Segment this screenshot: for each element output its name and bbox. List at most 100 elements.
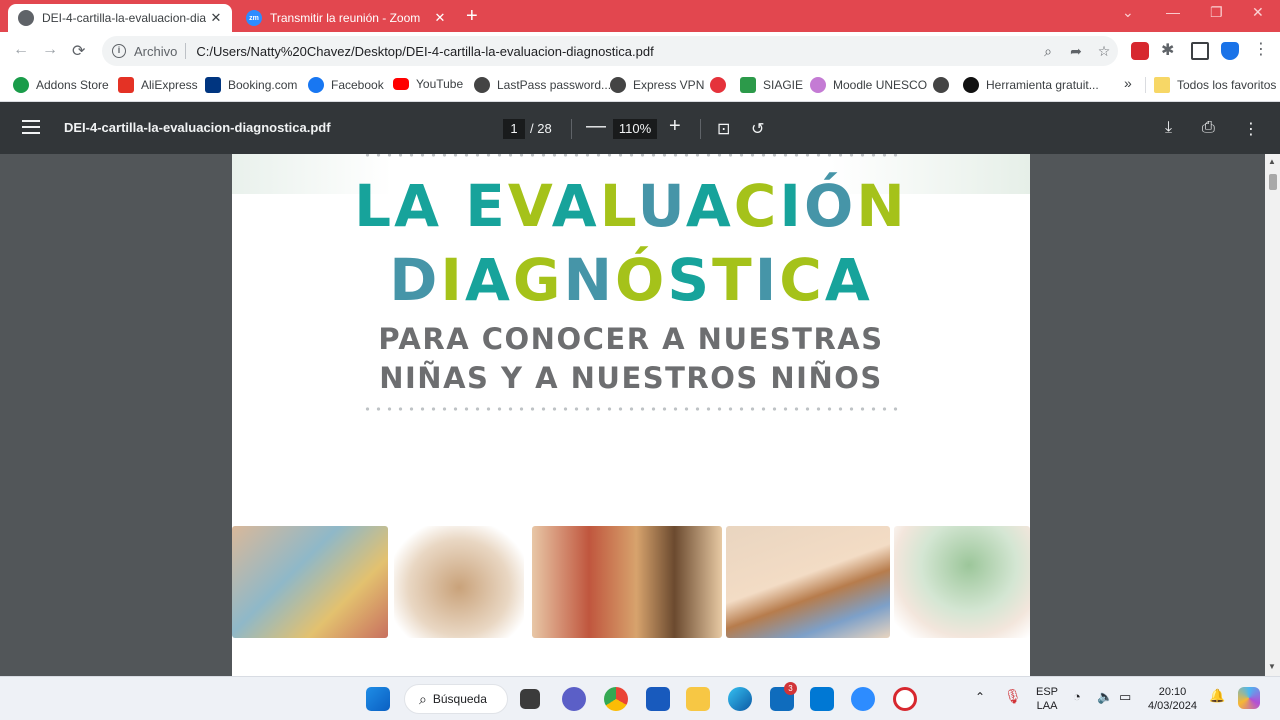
chrome-icon[interactable] bbox=[604, 687, 628, 711]
info-icon[interactable]: i bbox=[112, 44, 126, 58]
bookmark-facebook[interactable]: Facebook bbox=[308, 77, 384, 93]
bookmark-youtube[interactable]: YouTube bbox=[393, 77, 463, 91]
share-icon[interactable]: ➦ bbox=[1062, 43, 1090, 60]
bookmark-siagie[interactable]: SIAGIE bbox=[740, 77, 803, 93]
all-bookmarks[interactable]: Todos los favoritos bbox=[1145, 77, 1276, 93]
scroll-down-icon[interactable]: ▼ bbox=[1268, 662, 1276, 671]
title-letter: A bbox=[824, 246, 873, 314]
bookmark-lastpass[interactable]: LastPass password... bbox=[474, 77, 611, 93]
close-tab-icon[interactable]: ✕ bbox=[430, 10, 450, 26]
side-panel-icon[interactable] bbox=[1191, 42, 1209, 60]
bookmarks-overflow-button[interactable]: » bbox=[1124, 75, 1132, 91]
bookmark-label: YouTube bbox=[416, 77, 464, 91]
page-total: / 28 bbox=[530, 121, 552, 136]
app-red-circle-icon[interactable] bbox=[893, 687, 917, 711]
divider bbox=[571, 119, 572, 139]
dotted-divider bbox=[362, 154, 902, 158]
divider bbox=[185, 43, 187, 59]
microphone-icon[interactable]: 🎙 bbox=[1004, 689, 1022, 703]
vertical-scrollbar[interactable]: ▲ ▼ bbox=[1265, 154, 1280, 676]
copilot-icon[interactable] bbox=[1238, 687, 1260, 709]
aliexpress-icon bbox=[118, 77, 134, 93]
title-letter: N bbox=[856, 172, 908, 240]
subtitle-line-1: PARA CONOCER A NUESTRAS bbox=[378, 322, 884, 356]
search-label: Búsqueda bbox=[432, 692, 487, 706]
title-letter: I bbox=[779, 172, 804, 240]
file-explorer-icon[interactable] bbox=[686, 687, 710, 711]
tab-pdf-document[interactable]: DEI-4-cartilla-la-evaluacion-diag ✕ bbox=[8, 4, 232, 32]
bookmark-express-vpn[interactable]: Express VPN bbox=[610, 77, 704, 93]
tab-search-icon[interactable]: ⌄ bbox=[1122, 4, 1134, 21]
bookmark-star-icon[interactable]: ☆ bbox=[1090, 43, 1118, 60]
wifi-icon[interactable]: ◔ bbox=[1073, 690, 1081, 704]
mail-badge: 3 bbox=[784, 682, 797, 695]
bookmark-moodle[interactable]: Moodle UNESCO bbox=[810, 77, 927, 93]
shield-extension-icon[interactable] bbox=[1131, 42, 1149, 60]
notification-bell-icon[interactable]: 🔔 bbox=[1209, 689, 1225, 703]
scroll-up-icon[interactable]: ▲ bbox=[1268, 157, 1276, 166]
volume-icon[interactable]: 🔈 bbox=[1097, 690, 1113, 704]
clock[interactable]: 20:10 4/03/2024 bbox=[1148, 685, 1197, 713]
tab-title: Transmitir la reunión - Zoom bbox=[270, 11, 421, 25]
bookmark-addons-store[interactable]: Addons Store bbox=[13, 77, 109, 93]
security-shield-icon[interactable] bbox=[1221, 42, 1239, 60]
tab-title: DEI-4-cartilla-la-evaluacion-diag bbox=[42, 11, 206, 25]
zoom-out-button[interactable]: — bbox=[586, 115, 606, 138]
word-icon[interactable] bbox=[646, 687, 670, 711]
forward-icon[interactable]: → bbox=[42, 41, 58, 59]
language-indicator[interactable]: ESP LAA bbox=[1036, 685, 1058, 713]
extensions-puzzle-icon[interactable]: ✱ bbox=[1161, 40, 1179, 59]
bookmark-booking[interactable]: Booking.com bbox=[205, 77, 297, 93]
task-view-icon[interactable] bbox=[520, 689, 540, 709]
menu-dots-icon[interactable]: ⋮ bbox=[1253, 39, 1271, 58]
zoom-lens-icon[interactable]: ⌕ bbox=[1034, 43, 1062, 60]
bookmark-herramienta[interactable]: Herramienta gratuit... bbox=[963, 77, 1099, 93]
zoom-level-input[interactable]: 110% bbox=[613, 119, 657, 139]
bookmark-label: Moodle UNESCO bbox=[833, 78, 928, 92]
show-hidden-icons[interactable]: ⌃ bbox=[975, 690, 985, 704]
fit-page-icon[interactable]: ⊡ bbox=[717, 119, 730, 139]
edge-icon[interactable] bbox=[728, 687, 752, 711]
bookmarks-bar: Addons Store AliExpress Booking.com Face… bbox=[0, 70, 1280, 102]
title-letter: C bbox=[779, 246, 825, 314]
vscode-icon[interactable] bbox=[810, 687, 834, 711]
bookmark-aliexpress[interactable]: AliExpress bbox=[118, 77, 198, 93]
taskbar-search[interactable]: ⌕ Búsqueda bbox=[404, 684, 508, 714]
windows-start-icon[interactable] bbox=[366, 687, 390, 711]
tab-zoom[interactable]: zm Transmitir la reunión - Zoom ✕ bbox=[236, 4, 456, 32]
folder-icon bbox=[1154, 77, 1170, 93]
title-letter: Ó bbox=[803, 172, 857, 240]
reload-icon[interactable]: ⟳ bbox=[72, 41, 85, 61]
maximize-button[interactable]: ❐ bbox=[1210, 4, 1223, 21]
teams-chat-icon[interactable] bbox=[562, 687, 586, 711]
scroll-thumb[interactable] bbox=[1269, 174, 1277, 190]
rotate-icon[interactable]: ↺ bbox=[751, 119, 764, 139]
bookmark-unnamed[interactable] bbox=[710, 77, 733, 93]
zoom-in-button[interactable]: + bbox=[669, 115, 681, 138]
moodle-icon bbox=[810, 77, 826, 93]
browser-toolbar: ← → ⟳ i Archivo C:/Users/Natty%20Chavez/… bbox=[0, 32, 1280, 70]
bookmark-label: Express VPN bbox=[633, 78, 705, 92]
close-window-button[interactable]: ✕ bbox=[1252, 4, 1264, 21]
battery-icon[interactable]: ▭ bbox=[1119, 690, 1131, 704]
pdf-viewer[interactable]: LA EVALUACIÓN DIAGNÓSTICA PARA CONOCER A… bbox=[0, 154, 1265, 676]
title-letter: T bbox=[712, 246, 755, 314]
globe-icon bbox=[474, 77, 490, 93]
print-icon[interactable]: ⎙ bbox=[1202, 119, 1215, 137]
new-tab-button[interactable]: + bbox=[466, 5, 478, 28]
close-tab-icon[interactable]: ✕ bbox=[206, 10, 226, 26]
page-number-input[interactable]: 1 bbox=[503, 119, 525, 139]
minimize-button[interactable]: — bbox=[1166, 4, 1180, 20]
url-text[interactable]: C:/Users/Natty%20Chavez/Desktop/DEI-4-ca… bbox=[196, 44, 1034, 59]
download-icon[interactable]: ⤓ bbox=[1165, 119, 1172, 137]
bookmark-unnamed-globe[interactable] bbox=[933, 77, 956, 93]
hamburger-menu-icon[interactable] bbox=[22, 120, 40, 138]
time: 20:10 bbox=[1158, 686, 1187, 698]
red-circle-icon bbox=[710, 77, 726, 93]
more-options-icon[interactable]: ⋮ bbox=[1243, 119, 1259, 139]
title-letter: C bbox=[733, 172, 780, 240]
back-icon[interactable]: ← bbox=[13, 41, 29, 59]
address-bar[interactable]: i Archivo C:/Users/Natty%20Chavez/Deskto… bbox=[102, 36, 1118, 66]
zoom-app-icon[interactable] bbox=[851, 687, 875, 711]
bookmark-label: Addons Store bbox=[36, 78, 109, 92]
